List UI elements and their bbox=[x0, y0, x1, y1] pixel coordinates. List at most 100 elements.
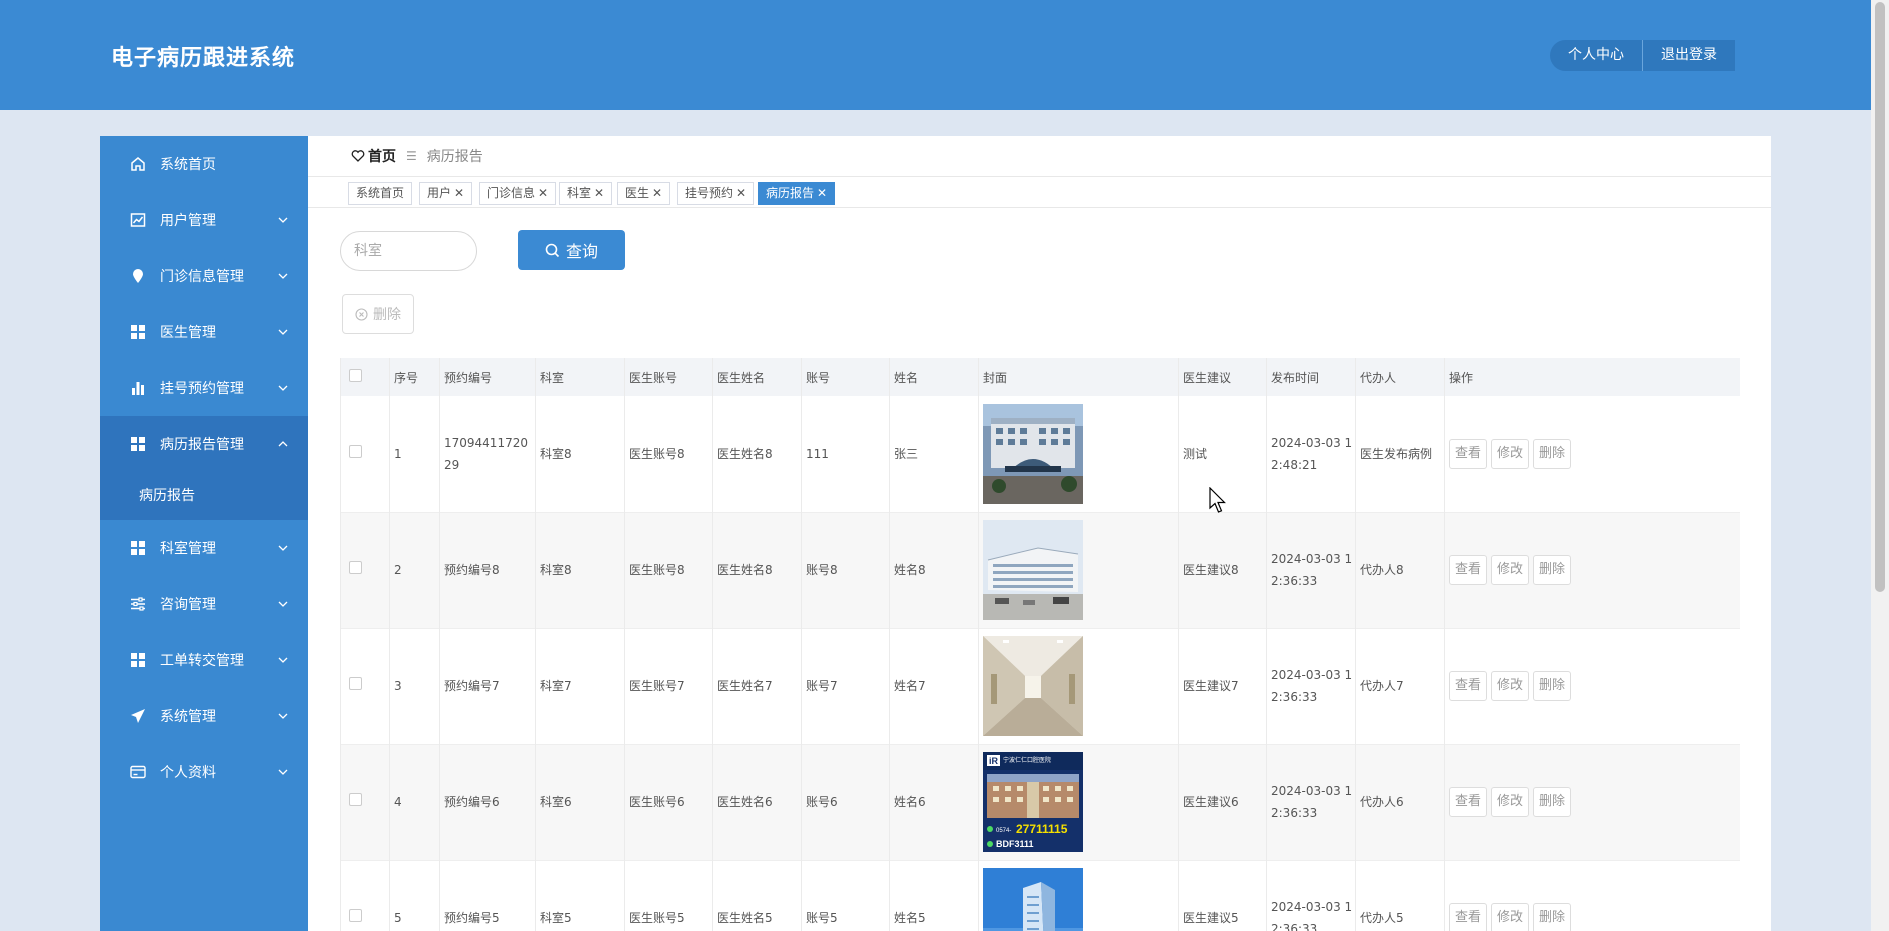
tab-clinic-info[interactable]: 门诊信息 ✕ bbox=[479, 182, 557, 205]
close-icon[interactable]: ✕ bbox=[538, 186, 548, 200]
cover-phone: 27711115 bbox=[1016, 822, 1068, 836]
column-header: 代办人 bbox=[1355, 358, 1445, 396]
sidebar-item-medical-reports[interactable]: 病历报告管理 bbox=[100, 416, 308, 472]
cover-image: iR 宁波仁仁口腔医院 0574- 27711115 BDF3111 bbox=[983, 752, 1083, 852]
edit-button[interactable]: 修改 bbox=[1491, 903, 1529, 931]
cell-name: 姓名6 bbox=[889, 744, 979, 860]
cover-image bbox=[983, 868, 1083, 931]
sidebar-item-label: 医生管理 bbox=[160, 325, 216, 341]
cell-published: 2024-03-03 12:36:33 bbox=[1266, 628, 1356, 744]
table-row: 2 预约编号8 科室8 医生账号8 医生姓名8 账号8 姓名8 医生建议8 20… bbox=[340, 512, 1740, 628]
breadcrumb: 首页 ☰ 病历报告 bbox=[351, 144, 483, 168]
cell-agent: 代办人5 bbox=[1355, 860, 1445, 931]
tab-home[interactable]: 系统首页 bbox=[348, 182, 413, 205]
view-button[interactable]: 查看 bbox=[1449, 555, 1487, 585]
close-icon[interactable]: ✕ bbox=[736, 186, 746, 200]
cell-advice: 医生建议6 bbox=[1178, 744, 1267, 860]
cell-advice: 医生建议8 bbox=[1178, 512, 1267, 628]
cell-account: 账号5 bbox=[801, 860, 890, 931]
cell-booking-no: 预约编号8 bbox=[439, 512, 536, 628]
department-search-input[interactable]: 科室 bbox=[340, 231, 477, 271]
cell-booking-no: 预约编号7 bbox=[439, 628, 536, 744]
sidebar-item-departments[interactable]: 科室管理 bbox=[100, 520, 308, 576]
chevron-down-icon bbox=[278, 769, 288, 775]
close-icon[interactable]: ✕ bbox=[454, 186, 464, 200]
sidebar-item-users[interactable]: 用户管理 bbox=[100, 192, 308, 248]
delete-button[interactable]: 删除 bbox=[1533, 787, 1571, 817]
sidebar-item-appointments[interactable]: 挂号预约管理 bbox=[100, 360, 308, 416]
cell-actions: 查看 修改 删除 bbox=[1444, 396, 1740, 512]
cell-agent: 代办人8 bbox=[1355, 512, 1445, 628]
sidebar-item-work-orders[interactable]: 工单转交管理 bbox=[100, 632, 308, 688]
tab-label: 医生 bbox=[625, 186, 650, 200]
tab-users[interactable]: 用户 ✕ bbox=[419, 182, 473, 205]
column-header: 预约编号 bbox=[439, 358, 536, 396]
chevron-down-icon bbox=[278, 273, 288, 279]
chevron-down-icon bbox=[278, 713, 288, 719]
cell-cover bbox=[978, 396, 1179, 512]
delete-button[interactable]: 删除 bbox=[1533, 438, 1571, 469]
cell-advice: 医生建议7 bbox=[1178, 628, 1267, 744]
profile-center-button[interactable]: 个人中心 bbox=[1550, 40, 1642, 71]
search-button[interactable]: 查询 bbox=[518, 230, 625, 270]
view-button[interactable]: 查看 bbox=[1449, 903, 1487, 931]
delete-button[interactable]: 删除 bbox=[1533, 903, 1571, 931]
sidebar-item-profile[interactable]: 个人资料 bbox=[100, 744, 308, 800]
edit-button[interactable]: 修改 bbox=[1491, 438, 1529, 469]
select-all-checkbox[interactable] bbox=[349, 369, 362, 382]
cell-published: 2024-03-03 12:48:21 bbox=[1266, 396, 1356, 512]
sidebar-subitem-medical-report[interactable]: 病历报告 bbox=[100, 472, 308, 520]
mouse-cursor-icon bbox=[1209, 487, 1226, 513]
row-select-cell bbox=[340, 628, 390, 744]
row-checkbox[interactable] bbox=[349, 909, 362, 922]
sidebar-item-system[interactable]: 系统管理 bbox=[100, 688, 308, 744]
delete-button[interactable]: 删除 bbox=[1533, 671, 1571, 701]
close-icon[interactable]: ✕ bbox=[817, 186, 827, 200]
edit-button[interactable]: 修改 bbox=[1491, 787, 1529, 817]
scrollbar-thumb[interactable] bbox=[1875, 2, 1885, 592]
tab-appointments[interactable]: 挂号预约 ✕ bbox=[677, 182, 755, 205]
cover-hospital-name: 宁波仁仁口腔医院 bbox=[1003, 756, 1051, 764]
search-button-label: 查询 bbox=[565, 242, 598, 261]
view-button[interactable]: 查看 bbox=[1449, 671, 1487, 701]
tab-medical-reports[interactable]: 病历报告 ✕ bbox=[758, 182, 836, 205]
cell-index: 2 bbox=[389, 512, 440, 628]
close-icon[interactable]: ✕ bbox=[594, 186, 604, 200]
cell-index: 4 bbox=[389, 744, 440, 860]
row-checkbox[interactable] bbox=[349, 793, 362, 806]
chevron-down-icon bbox=[278, 329, 288, 335]
edit-button[interactable]: 修改 bbox=[1491, 671, 1529, 701]
chevron-down-icon bbox=[278, 385, 288, 391]
sidebar-item-label: 咨询管理 bbox=[160, 597, 216, 613]
logout-button[interactable]: 退出登录 bbox=[1642, 40, 1735, 71]
tab-departments[interactable]: 科室 ✕ bbox=[559, 182, 613, 205]
row-checkbox[interactable] bbox=[349, 561, 362, 574]
column-header: 账号 bbox=[801, 358, 890, 396]
edit-button[interactable]: 修改 bbox=[1491, 555, 1529, 585]
close-icon[interactable]: ✕ bbox=[652, 186, 662, 200]
send-icon bbox=[130, 708, 146, 724]
row-checkbox[interactable] bbox=[349, 677, 362, 690]
page-scrollbar[interactable] bbox=[1871, 0, 1889, 931]
tab-label: 门诊信息 bbox=[487, 186, 536, 200]
cell-cover bbox=[978, 860, 1179, 931]
sidebar-item-home[interactable]: 系统首页 bbox=[100, 136, 308, 192]
sidebar-item-doctors[interactable]: 医生管理 bbox=[100, 304, 308, 360]
cell-cover bbox=[978, 512, 1179, 628]
delete-button[interactable]: 删除 bbox=[1533, 555, 1571, 585]
sidebar-item-clinic[interactable]: 门诊信息管理 bbox=[100, 248, 308, 304]
cell-doctor-account: 医生账号8 bbox=[624, 396, 713, 512]
sidebar-item-label: 系统管理 bbox=[160, 709, 216, 725]
view-button[interactable]: 查看 bbox=[1449, 787, 1487, 817]
grid-icon bbox=[130, 324, 146, 340]
row-checkbox[interactable] bbox=[349, 444, 362, 458]
batch-delete-button[interactable]: 删除 bbox=[342, 294, 414, 334]
tab-doctors[interactable]: 医生 ✕ bbox=[617, 182, 671, 205]
sidebar-item-consultation[interactable]: 咨询管理 bbox=[100, 576, 308, 632]
chevron-down-icon bbox=[278, 657, 288, 663]
sidebar-item-label: 门诊信息管理 bbox=[160, 269, 244, 285]
view-button[interactable]: 查看 bbox=[1449, 438, 1487, 469]
cell-doctor-account: 医生账号5 bbox=[624, 860, 713, 931]
row-select-cell bbox=[340, 744, 390, 860]
breadcrumb-home[interactable]: 首页 bbox=[351, 146, 396, 166]
